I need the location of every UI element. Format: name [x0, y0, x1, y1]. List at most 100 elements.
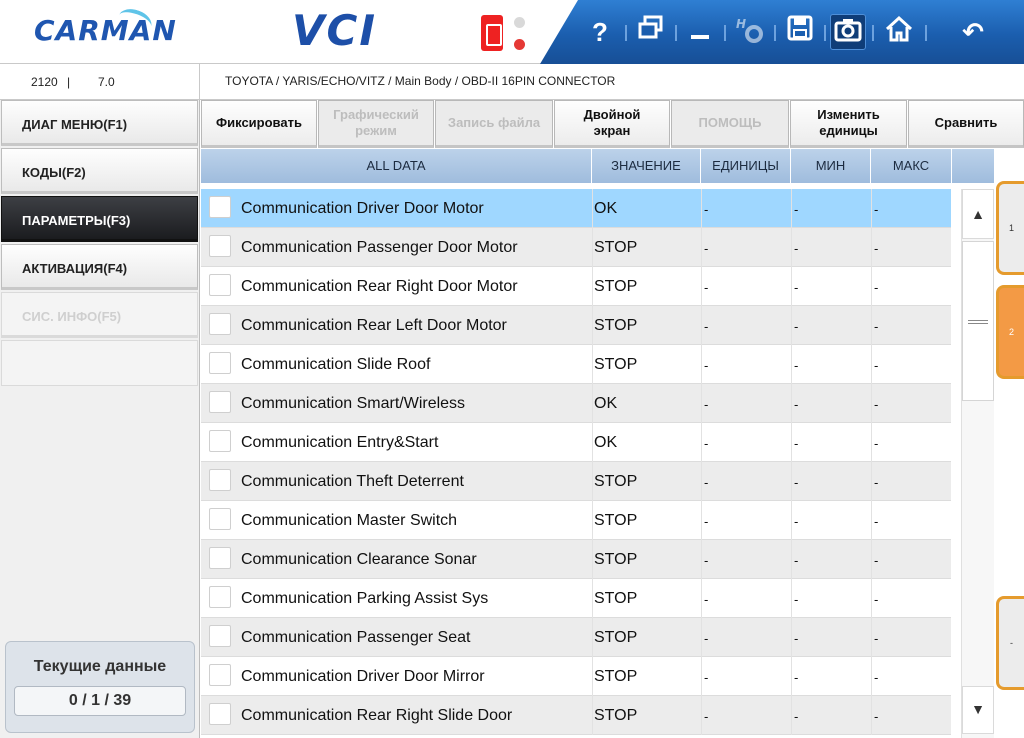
column-header-min[interactable]: МИН	[791, 149, 871, 185]
parameter-name: Communication Clearance Sonar	[241, 551, 477, 568]
window-switch-icon[interactable]	[633, 14, 669, 50]
compare-button[interactable]: Сравнить	[908, 100, 1024, 148]
row-checkbox[interactable]	[209, 313, 231, 335]
change-units-button[interactable]: Изменить единицы	[790, 100, 907, 148]
parameter-min: -	[791, 228, 871, 267]
row-checkbox[interactable]	[209, 352, 231, 374]
parameter-units: -	[701, 267, 791, 306]
parameter-value: OK	[592, 384, 700, 423]
row-checkbox[interactable]	[209, 430, 231, 452]
table-row[interactable]: Communication Entry&Start OK - - -	[201, 423, 951, 462]
column-header-units[interactable]: ЕДИНИЦЫ	[701, 149, 791, 185]
parameter-name: Communication Theft Deterrent	[241, 473, 464, 490]
parameter-max: -	[871, 540, 951, 579]
help-button: ПОМОЩЬ	[671, 100, 789, 148]
app-header: CARMAN VCI ? H ↶	[0, 0, 1024, 64]
row-checkbox[interactable]	[209, 625, 231, 647]
scroll-grip-icon	[968, 320, 988, 324]
table-row[interactable]: Communication Master Switch STOP - - -	[201, 501, 951, 540]
row-checkbox[interactable]	[209, 586, 231, 608]
parameter-name: Communication Driver Door Motor	[241, 200, 484, 217]
table-row[interactable]: Communication Rear Left Door Motor STOP - -…	[201, 306, 951, 345]
parameter-name: Communication Rear Right Slide Door	[241, 707, 513, 724]
parameter-max: -	[871, 423, 951, 462]
parameter-units: -	[701, 540, 791, 579]
row-checkbox[interactable]	[209, 469, 231, 491]
table-row[interactable]: Communication Driver Door Motor OK - - -	[201, 189, 951, 228]
software-version: 7.0	[98, 75, 115, 89]
scroll-up-arrow-icon[interactable]: ▲	[962, 189, 994, 239]
scroll-thumb[interactable]	[962, 241, 994, 401]
parameter-value: STOP	[592, 267, 700, 306]
table-row[interactable]: Communication Parking Assist Sys STOP - - -	[201, 579, 951, 618]
freeze-button[interactable]: Фиксировать	[201, 100, 317, 148]
dual-screen-button[interactable]: Двойной экран	[554, 100, 670, 148]
sidebar-item-activation[interactable]: АКТИВАЦИЯ(F4)	[1, 244, 198, 290]
sidebar-item-parameters[interactable]: ПАРАМЕТРЫ(F3)	[1, 196, 198, 242]
help-icon[interactable]: ?	[582, 14, 618, 50]
row-checkbox[interactable]	[209, 391, 231, 413]
toolbar-separator	[824, 25, 826, 41]
scroll-down-arrow-icon[interactable]: ▼	[962, 686, 994, 734]
parameter-min: -	[791, 306, 871, 345]
parameter-max: -	[871, 696, 951, 735]
usb-icon	[481, 15, 503, 51]
parameter-max: -	[871, 345, 951, 384]
row-checkbox[interactable]	[209, 547, 231, 569]
toolbar-separator	[925, 25, 927, 41]
connection-led-red-icon	[514, 39, 525, 50]
table-row[interactable]: Communication Theft Deterrent STOP - - -	[201, 462, 951, 501]
parameter-name: Communication Passenger Seat	[241, 629, 471, 646]
minimize-icon[interactable]	[682, 14, 718, 50]
vehicle-info: 2120 | 7.0	[0, 64, 200, 100]
page-tab-1[interactable]: 1	[996, 181, 1024, 275]
parameter-units: -	[701, 384, 791, 423]
parameter-value: STOP	[592, 345, 700, 384]
parameter-value: OK	[592, 423, 700, 462]
row-checkbox[interactable]	[209, 235, 231, 257]
back-icon[interactable]: ↶	[955, 14, 991, 50]
table-row[interactable]: Communication Passenger Seat STOP - - -	[201, 618, 951, 657]
parameter-units: -	[701, 657, 791, 696]
column-header-all-data[interactable]: ALL DATA	[201, 149, 592, 185]
row-checkbox[interactable]	[209, 274, 231, 296]
parameter-units: -	[701, 696, 791, 735]
parameter-max: -	[871, 579, 951, 618]
page-tab-3[interactable]: -	[996, 596, 1024, 690]
camera-icon[interactable]	[830, 14, 866, 50]
row-checkbox[interactable]	[209, 703, 231, 725]
table-row[interactable]: Communication Driver Door Mirror STOP - - -	[201, 657, 951, 696]
sidebar-item-codes[interactable]: КОДЫ(F2)	[1, 148, 198, 194]
parameter-units: -	[701, 501, 791, 540]
parameter-value: STOP	[592, 696, 700, 735]
connection-led-off-icon	[514, 17, 525, 28]
table-row[interactable]: Communication Smart/Wireless OK - - -	[201, 384, 951, 423]
column-header-max[interactable]: МАКС	[871, 149, 952, 185]
carman-logo: CARMAN	[34, 14, 177, 47]
save-icon[interactable]	[782, 14, 818, 50]
parameter-max: -	[871, 501, 951, 540]
settings-icon[interactable]: H	[732, 14, 768, 50]
row-checkbox[interactable]	[209, 196, 231, 218]
column-header-value[interactable]: ЗНАЧЕНИЕ	[592, 149, 701, 185]
table-row[interactable]: Communication Rear Right Slide Door STOP -…	[201, 696, 951, 735]
current-data-counter: 0 / 1 / 39	[14, 686, 186, 716]
parameter-name: Communication Passenger Door Motor	[241, 239, 518, 256]
table-row[interactable]: Communication Rear Right Door Motor STOP -…	[201, 267, 951, 306]
row-checkbox[interactable]	[209, 508, 231, 530]
sidebar-empty-slot	[1, 340, 198, 386]
parameter-max: -	[871, 657, 951, 696]
page-tab-2[interactable]: 2	[996, 285, 1024, 379]
home-icon[interactable]	[881, 14, 917, 50]
vci-logo: VCI	[292, 6, 377, 55]
table-row[interactable]: Communication Slide Roof STOP - - -	[201, 345, 951, 384]
sidebar-item-diag-menu[interactable]: ДИАГ МЕНЮ(F1)	[1, 100, 198, 146]
parameter-name: Communication Rear Left Door Motor	[241, 317, 507, 334]
parameter-value: STOP	[592, 306, 700, 345]
row-checkbox[interactable]	[209, 664, 231, 686]
table-row[interactable]: Communication Passenger Door Motor STOP - -…	[201, 228, 951, 267]
parameter-units: -	[701, 618, 791, 657]
parameter-min: -	[791, 696, 871, 735]
table-row[interactable]: Communication Clearance Sonar STOP - - -	[201, 540, 951, 579]
table-scrollbar[interactable]: ▲ ▼	[961, 189, 994, 738]
